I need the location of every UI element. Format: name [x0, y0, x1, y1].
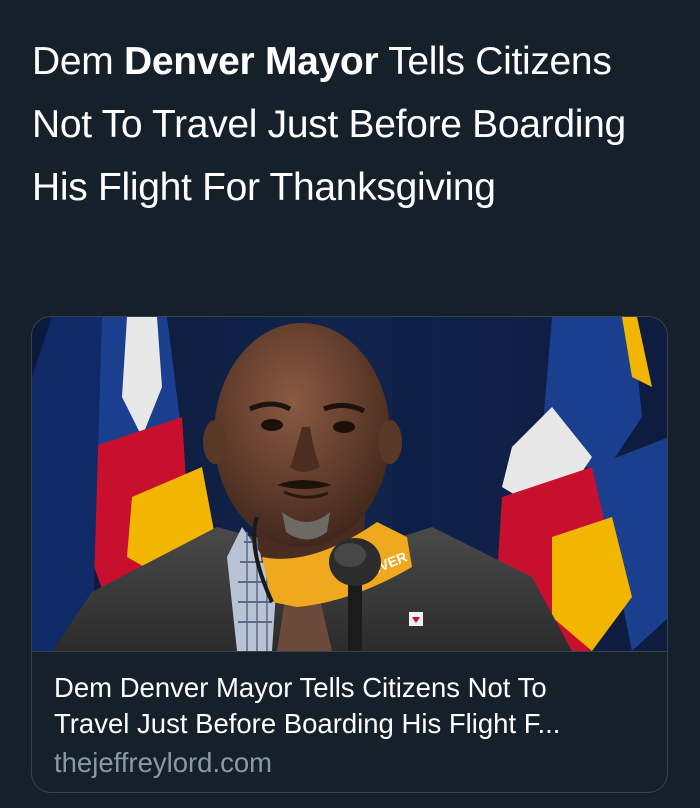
card-body[interactable]: Dem Denver Mayor Tells Citizens Not To Tr…	[32, 651, 667, 792]
card-title-line2: Travel Just Before Boarding His Flight F…	[54, 708, 561, 739]
tweet-text-bold: Denver Mayor	[123, 40, 379, 83]
card-image[interactable]: NVER	[32, 317, 668, 651]
card-title-line1: Dem Denver Mayor Tells Citizens Not To	[54, 672, 547, 703]
tweet-text-pre: Dem	[32, 40, 124, 83]
card-title[interactable]: Dem Denver Mayor Tells Citizens Not To Tr…	[54, 670, 649, 742]
card-domain[interactable]: thejeffreylord.com	[54, 745, 272, 781]
tweet-text: Dem Denver Mayor Tells Citizens Not To T…	[32, 30, 677, 219]
link-preview-card[interactable]: NVER Dem Denver Mayor Tells Citizens Not…	[31, 316, 668, 793]
